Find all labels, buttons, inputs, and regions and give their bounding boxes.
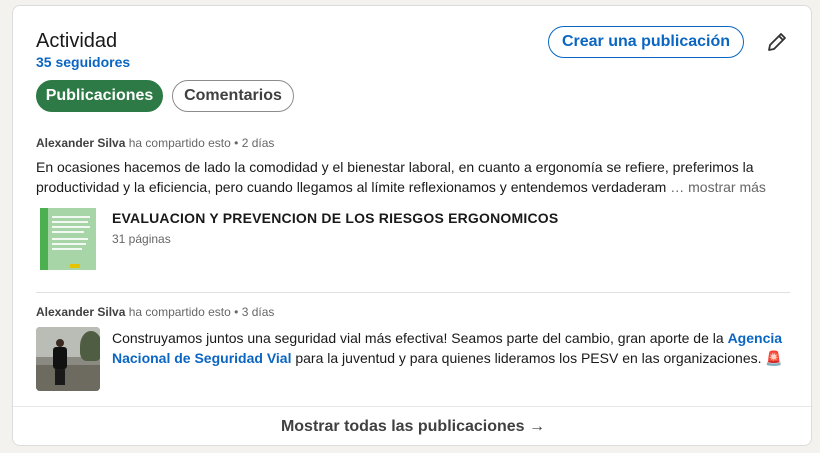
post-action: ha compartido esto bbox=[128, 136, 231, 150]
meta-separator: • bbox=[234, 305, 239, 319]
post-body: En ocasiones hacemos de lado la comodida… bbox=[36, 159, 754, 195]
tab-publicaciones[interactable]: Publicaciones bbox=[36, 80, 163, 112]
post-divider bbox=[36, 292, 790, 293]
post-author[interactable]: Alexander Silva bbox=[36, 305, 125, 319]
post-photo-thumbnail[interactable] bbox=[36, 327, 100, 391]
post-body-start: Construyamos juntos una seguridad vial m… bbox=[112, 330, 728, 346]
tab-comentarios[interactable]: Comentarios bbox=[172, 80, 294, 112]
document-title[interactable]: EVALUACION Y PREVENCION DE LOS RIESGOS E… bbox=[112, 210, 558, 226]
post-body-end: para la juventud y para quienes lideramo… bbox=[291, 350, 766, 366]
siren-emoji: 🚨 bbox=[765, 350, 783, 366]
post-meta: Alexander Silva ha compartido esto • 2 d… bbox=[36, 136, 274, 150]
post-time: 3 días bbox=[241, 305, 275, 319]
section-title: Actividad bbox=[36, 30, 118, 52]
activity-card: Actividad 35 seguidores Crear una public… bbox=[12, 5, 812, 446]
create-post-button[interactable]: Crear una publicación bbox=[548, 26, 744, 58]
post-time: 2 días bbox=[241, 136, 275, 150]
meta-separator: • bbox=[234, 136, 239, 150]
show-more-link[interactable]: … mostrar más bbox=[670, 179, 766, 195]
post-author[interactable]: Alexander Silva bbox=[36, 136, 125, 150]
post-text[interactable]: Construyamos juntos una seguridad vial m… bbox=[112, 328, 792, 368]
post-text[interactable]: En ocasiones hacemos de lado la comodida… bbox=[36, 157, 791, 197]
post-action: ha compartido esto bbox=[128, 305, 231, 319]
post-meta: Alexander Silva ha compartido esto • 3 d… bbox=[36, 305, 274, 319]
document-thumbnail[interactable] bbox=[40, 208, 96, 270]
pencil-icon[interactable] bbox=[765, 30, 789, 54]
document-pages: 31 páginas bbox=[112, 232, 171, 246]
show-all-posts-button[interactable]: Mostrar todas las publicaciones → bbox=[13, 406, 811, 445]
followers-link[interactable]: 35 seguidores bbox=[36, 54, 130, 70]
